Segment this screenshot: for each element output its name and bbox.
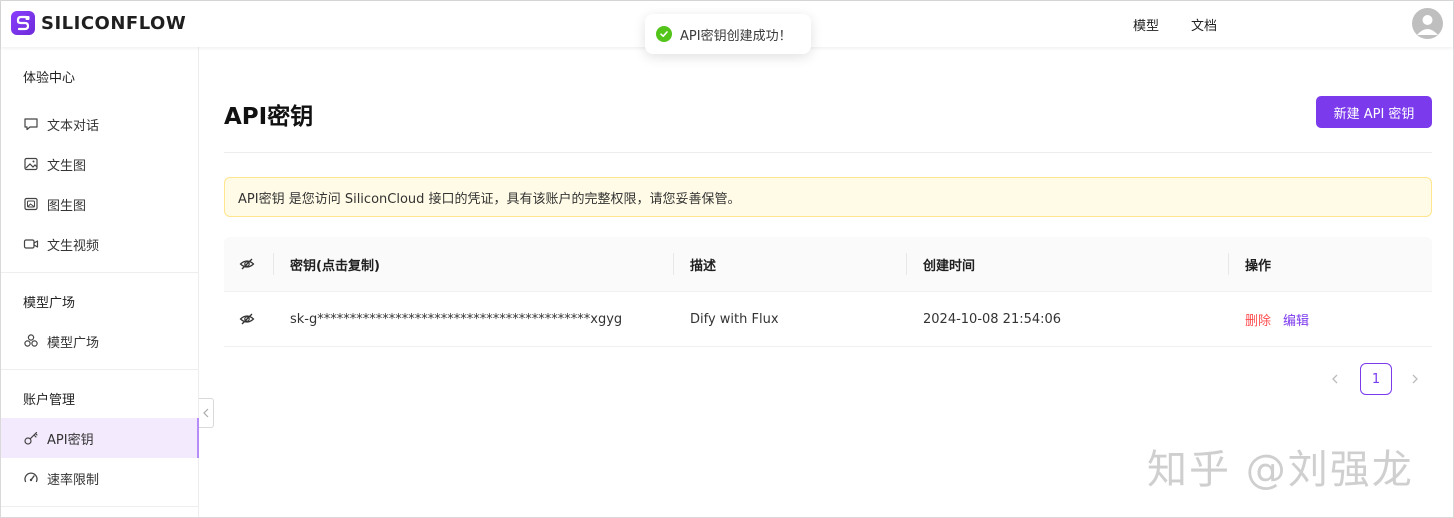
eye-off-icon [239, 313, 255, 325]
toggle-visibility-button[interactable] [239, 292, 255, 346]
page-title: API密钥 [224, 104, 314, 130]
sidebar: 体验中心 文本对话 文生图 图生图 文生视频 模型广场 模型广场 账户管理 AP… [1, 47, 199, 517]
table-row: sk-g************************************… [224, 292, 1432, 347]
nav-docs[interactable]: 文档 [1191, 15, 1217, 34]
new-api-key-button[interactable]: 新建 API 密钥 [1316, 96, 1432, 128]
column-separator [1228, 253, 1229, 275]
edit-key-link[interactable]: 编辑 [1283, 310, 1309, 329]
group-title-models: 模型广场 [23, 296, 76, 311]
page-number-current[interactable]: 1 [1360, 363, 1392, 395]
sidebar-item-label: 图生图 [47, 198, 87, 214]
check-circle-icon [656, 26, 672, 42]
sidebar-item-label: 文生图 [47, 158, 87, 174]
user-avatar[interactable] [1412, 8, 1443, 39]
sidebar-item-label: 模型广场 [47, 335, 100, 351]
sidebar-item-model-square[interactable]: 模型广场 [1, 321, 199, 361]
brand-name: SILICONFLOW [41, 12, 187, 34]
brand-logo[interactable]: SILICONFLOW [11, 10, 186, 36]
sidebar-item-label: 文本对话 [47, 118, 100, 134]
key-description: Dify with Flux [690, 311, 779, 327]
sidebar-item-image-to-image[interactable]: 图生图 [1, 184, 199, 224]
api-key-table: 密钥(点击复制) 描述 创建时间 操作 sk-g****************… [224, 237, 1432, 347]
sidebar-item-text-to-image[interactable]: 文生图 [1, 144, 199, 184]
sidebar-divider [1, 506, 199, 507]
key-created-time: 2024-10-08 21:54:06 [923, 311, 1062, 327]
alert-text: API密钥 是您访问 SiliconCloud 接口的凭证，具有该账户的完整权限… [238, 191, 741, 207]
gauge-icon [23, 470, 39, 486]
sidebar-item-text-to-video[interactable]: 文生视频 [1, 224, 199, 264]
sidebar-item-label: 文生视频 [47, 238, 100, 254]
prev-page-button[interactable] [1327, 371, 1343, 387]
group-title-experience: 体验中心 [23, 71, 76, 86]
avatar-icon [1417, 15, 1438, 35]
column-header-description: 描述 [690, 258, 717, 274]
next-page-button[interactable] [1407, 371, 1423, 387]
logo-icon [11, 11, 35, 35]
image-icon [23, 156, 39, 172]
sidebar-divider [1, 369, 199, 370]
sidebar-item-label: API密钥 [47, 432, 94, 448]
sidebar-item-label: 速率限制 [47, 472, 100, 488]
column-header-created: 创建时间 [923, 258, 976, 274]
title-divider [224, 152, 1432, 153]
info-alert: API密钥 是您访问 SiliconCloud 接口的凭证，具有该账户的完整权限… [224, 177, 1432, 217]
table-header: 密钥(点击复制) 描述 创建时间 操作 [224, 237, 1432, 292]
video-icon [23, 236, 39, 252]
toggle-visibility-all[interactable] [239, 237, 255, 291]
column-separator [273, 253, 274, 275]
key-icon [23, 430, 39, 446]
sidebar-item-rate-limit[interactable]: 速率限制 [1, 458, 199, 498]
models-icon [23, 333, 39, 349]
sidebar-item-text-chat[interactable]: 文本对话 [1, 104, 199, 144]
chat-icon [23, 116, 39, 132]
watermark: 知乎 @刘强龙 [1147, 447, 1414, 493]
eye-off-icon [239, 258, 255, 270]
row-actions: 删除 编辑 [1245, 292, 1309, 346]
toast-message: API密钥创建成功！ [680, 28, 792, 44]
column-header-actions: 操作 [1245, 258, 1272, 274]
sidebar-collapse-button[interactable] [199, 398, 214, 428]
chevron-left-icon [203, 408, 209, 418]
sidebar-divider [1, 272, 199, 273]
success-toast: API密钥创建成功！ [645, 14, 811, 54]
chevron-right-icon [1412, 374, 1418, 384]
api-key-value[interactable]: sk-g************************************… [290, 292, 622, 346]
group-title-account: 账户管理 [23, 393, 76, 408]
nav-models[interactable]: 模型 [1133, 15, 1159, 34]
top-nav: 模型 文档 [1133, 15, 1217, 34]
image-edit-icon [23, 196, 39, 212]
sidebar-item-api-keys[interactable]: API密钥 [1, 418, 199, 458]
delete-key-link[interactable]: 删除 [1245, 310, 1271, 329]
chevron-left-icon [1332, 374, 1338, 384]
column-separator [906, 253, 907, 275]
column-header-key: 密钥(点击复制) [290, 258, 380, 274]
column-separator [673, 253, 674, 275]
